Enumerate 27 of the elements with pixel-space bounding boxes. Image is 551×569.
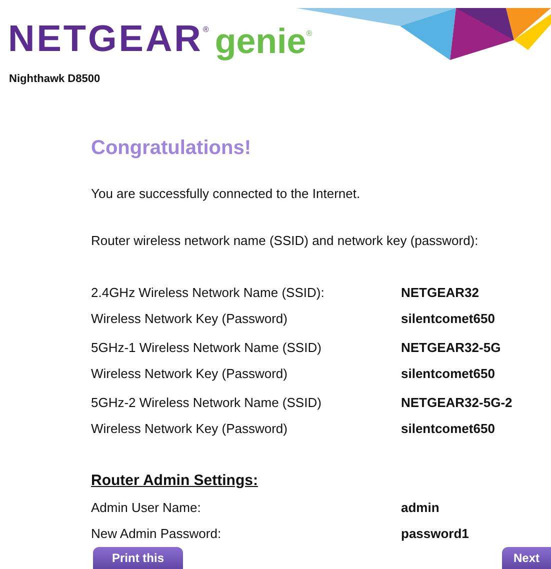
section-heading: Router Admin Settings: bbox=[91, 470, 259, 490]
setting-value: NETGEAR32-5G-2 bbox=[401, 394, 512, 412]
brand-logo-text: NETGEAR bbox=[8, 20, 203, 57]
print-button[interactable]: Print this bbox=[93, 547, 183, 569]
setting-label: 5GHz-2 Wireless Network Name (SSID) bbox=[91, 394, 322, 412]
setting-value: silentcomet650 bbox=[401, 365, 495, 383]
setting-label: Wireless Network Key (Password) bbox=[91, 310, 288, 328]
setting-value: NETGEAR32 bbox=[401, 284, 480, 302]
setting-value: password1 bbox=[401, 524, 469, 543]
setting-label: New Admin Password: bbox=[91, 524, 222, 542]
setting-label: Admin User Name: bbox=[91, 499, 202, 517]
next-button[interactable]: Next bbox=[502, 547, 551, 569]
setting-label: Wireless Network Key (Password) bbox=[91, 420, 288, 438]
success-message: You are successfully connected to the Internet. bbox=[91, 184, 362, 203]
setting-label: Wireless Network Key (Password) bbox=[91, 365, 288, 383]
setting-label: 2.4GHz Wireless Network Name (SSID): bbox=[91, 284, 326, 302]
model-name: Nighthawk D8500 bbox=[8, 72, 102, 87]
registered-mark: ® bbox=[202, 24, 209, 36]
setting-value: silentcomet650 bbox=[401, 420, 495, 438]
registered-mark: ® bbox=[306, 28, 312, 40]
setting-value: silentcomet650 bbox=[401, 310, 495, 328]
setting-value: admin bbox=[401, 499, 440, 517]
setting-label: 5GHz-1 Wireless Network Name (SSID) bbox=[91, 338, 322, 357]
setting-value: NETGEAR32-5G bbox=[401, 338, 501, 356]
intro-text: Router wireless network name (SSID) and network key (password): bbox=[91, 232, 480, 250]
product-logo-text: genie bbox=[214, 24, 306, 59]
page-title: Congratulations! bbox=[91, 136, 252, 160]
